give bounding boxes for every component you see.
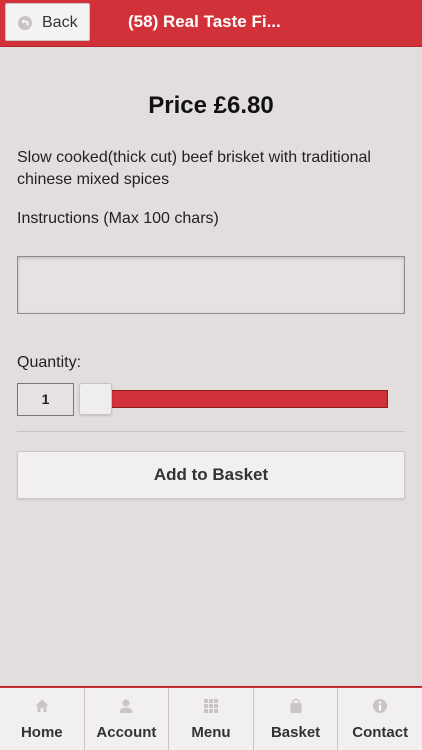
nav-account[interactable]: Account: [84, 688, 170, 750]
nav-label: Contact: [352, 724, 409, 741]
nav-label: Account: [96, 724, 157, 741]
product-price: Price £6.80: [148, 92, 274, 119]
quantity-label: Quantity:: [17, 354, 82, 371]
nav-contact[interactable]: Contact: [338, 688, 422, 750]
nav-label: Menu: [191, 724, 231, 741]
nav-home[interactable]: Home: [0, 688, 85, 750]
info-icon: [373, 699, 388, 713]
bag-icon: [290, 698, 302, 713]
page-title: (58) Real Taste Fi...: [128, 12, 281, 31]
back-arrow-icon: [18, 16, 32, 30]
quantity-slider-track[interactable]: [94, 390, 388, 408]
divider: [17, 431, 405, 432]
header-bar: Back (58) Real Taste Fi...: [0, 0, 422, 47]
add-to-basket-button[interactable]: Add to Basket: [17, 451, 405, 499]
nav-menu[interactable]: Menu: [169, 688, 254, 750]
instructions-textarea[interactable]: [17, 256, 405, 314]
quantity-slider-handle[interactable]: [79, 383, 112, 415]
back-button[interactable]: Back: [5, 3, 90, 41]
user-icon: [119, 699, 133, 713]
nav-basket[interactable]: Basket: [253, 688, 339, 750]
footer-nav: Home Account Menu Basket Contact: [0, 686, 422, 750]
home-icon: [35, 699, 49, 712]
grid-icon: [203, 699, 218, 713]
instructions-label: Instructions (Max 100 chars): [17, 210, 219, 227]
quantity-input[interactable]: 1: [17, 383, 74, 416]
product-description: Slow cooked(thick cut) beef brisket with…: [17, 149, 371, 188]
back-button-label: Back: [42, 14, 78, 31]
nav-label: Basket: [270, 724, 321, 741]
nav-label: Home: [20, 724, 63, 741]
